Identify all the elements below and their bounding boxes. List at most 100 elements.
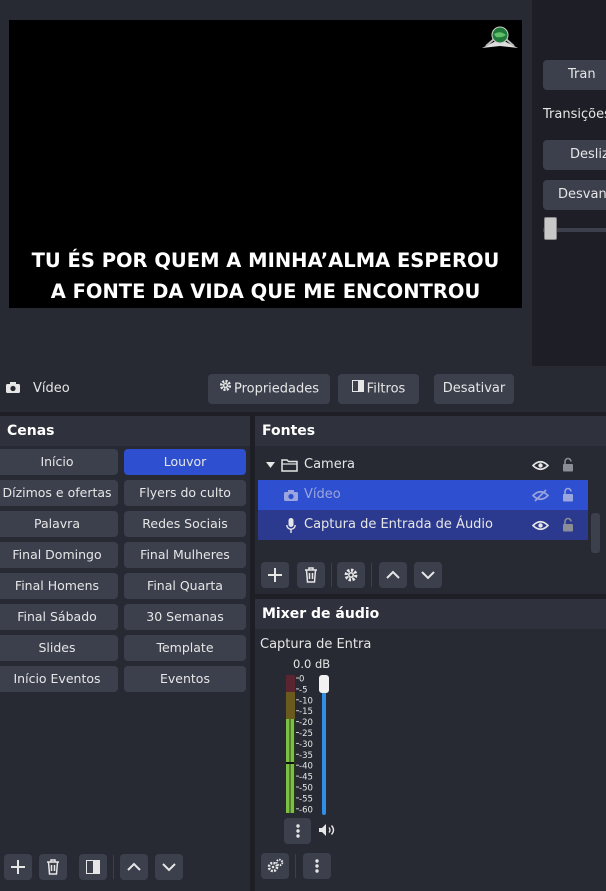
meter-tick-label: -20 bbox=[299, 718, 313, 728]
eye-icon[interactable] bbox=[532, 460, 549, 471]
meter-tick-label: -55 bbox=[299, 794, 313, 804]
scene-item[interactable]: Redes Sociais bbox=[124, 511, 246, 537]
mixer-title: Mixer de áudio bbox=[255, 599, 606, 629]
camera-icon bbox=[6, 382, 20, 393]
mixer-channel-menu-button[interactable] bbox=[284, 818, 311, 844]
volume-slider-track[interactable] bbox=[322, 681, 326, 815]
chevron-down-icon bbox=[162, 863, 176, 872]
scene-item[interactable]: Final Quarta bbox=[124, 573, 246, 599]
remove-source-button[interactable] bbox=[297, 562, 325, 588]
microphone-icon bbox=[286, 518, 296, 533]
sources-title: Fontes bbox=[255, 416, 606, 446]
tbar-handle[interactable] bbox=[544, 217, 557, 240]
trash-icon bbox=[47, 859, 59, 875]
add-source-button[interactable] bbox=[261, 562, 289, 588]
gear-icon bbox=[344, 568, 358, 582]
meter-tick-label: -35 bbox=[299, 751, 313, 761]
preview-area: TU ÉS POR QUEM A MINHA’ALMA ESPEROU A FO… bbox=[0, 0, 532, 366]
scene-item[interactable]: Eventos bbox=[124, 666, 246, 692]
transition-button[interactable]: Tran bbox=[543, 60, 606, 90]
gears-icon bbox=[267, 858, 284, 873]
source-context-bar: Vídeo Propriedades Filtros Desativar bbox=[0, 366, 606, 412]
scene-item[interactable]: Flyers do culto bbox=[124, 480, 246, 506]
lyrics-text: TU ÉS POR QUEM A MINHA’ALMA ESPEROU A FO… bbox=[9, 245, 522, 307]
eye-hidden-icon[interactable] bbox=[532, 489, 549, 502]
source-item-video[interactable]: Vídeo bbox=[258, 480, 588, 510]
church-logo-icon bbox=[482, 26, 518, 48]
source-group-label: Camera bbox=[304, 457, 356, 472]
scene-item[interactable]: Início bbox=[0, 449, 118, 475]
scene-item[interactable]: Template bbox=[124, 635, 246, 661]
trash-icon bbox=[305, 567, 317, 583]
source-item-label: Captura de Entrada de Áudio bbox=[304, 517, 494, 532]
filters-button[interactable]: Filtros bbox=[338, 374, 419, 404]
meter-tick-label: -60 bbox=[299, 805, 313, 815]
program-preview[interactable]: TU ÉS POR QUEM A MINHA’ALMA ESPEROU A FO… bbox=[9, 20, 522, 308]
chevron-up-icon bbox=[386, 570, 400, 579]
sources-dock: Fontes Camera Vídeo Captura de Entrada d… bbox=[255, 416, 606, 594]
move-source-up-button[interactable] bbox=[379, 562, 407, 588]
meter-tick-label: -5 bbox=[299, 685, 307, 695]
move-scene-down-button[interactable] bbox=[155, 854, 183, 880]
lock-icon[interactable] bbox=[562, 457, 574, 472]
filter-icon bbox=[86, 860, 100, 874]
plus-icon bbox=[11, 860, 25, 874]
meter-tick-label: -50 bbox=[299, 784, 313, 794]
deactivate-button[interactable]: Desativar bbox=[434, 374, 514, 404]
meter-tick-label: 0 bbox=[299, 675, 304, 685]
scene-item[interactable]: Final Sábado bbox=[0, 604, 118, 630]
lock-icon[interactable] bbox=[562, 487, 574, 502]
meter-tick-label: -40 bbox=[299, 762, 313, 772]
remove-scene-button[interactable] bbox=[39, 854, 67, 880]
eye-icon[interactable] bbox=[532, 520, 549, 531]
transitions-panel: Tran Transições Desliza Desvane bbox=[532, 0, 606, 366]
mixer-level-readout: 0.0 dB bbox=[293, 657, 331, 671]
plus-icon bbox=[268, 568, 282, 582]
audio-mixer-dock: Mixer de áudio Captura de Entra 0.0 dB 0… bbox=[255, 599, 606, 891]
scene-item[interactable]: Palavra bbox=[0, 511, 118, 537]
scene-item[interactable]: Início Eventos bbox=[0, 666, 118, 692]
lock-icon[interactable] bbox=[562, 517, 574, 532]
scene-item[interactable]: 30 Semanas bbox=[124, 604, 246, 630]
scene-filters-button[interactable] bbox=[79, 854, 107, 880]
scene-item[interactable]: Final Domingo bbox=[0, 542, 118, 568]
scene-item[interactable]: Final Homens bbox=[0, 573, 118, 599]
advanced-audio-properties-button[interactable] bbox=[261, 853, 289, 879]
toolbar-divider bbox=[331, 563, 332, 587]
move-scene-up-button[interactable] bbox=[120, 854, 148, 880]
caret-down-icon bbox=[266, 462, 275, 468]
lyrics-line-1: TU ÉS POR QUEM A MINHA’ALMA ESPEROU bbox=[31, 249, 500, 272]
more-vertical-icon bbox=[315, 859, 319, 873]
scene-item[interactable]: Dízimos e ofertas bbox=[0, 480, 118, 506]
meter-tick-label: -45 bbox=[299, 773, 313, 783]
more-vertical-icon bbox=[295, 824, 300, 838]
source-properties-button[interactable] bbox=[337, 562, 365, 588]
scenes-title: Cenas bbox=[0, 416, 250, 446]
scene-item[interactable]: Final Mulheres bbox=[124, 542, 246, 568]
sources-scrollbar[interactable] bbox=[591, 513, 600, 553]
lyrics-line-2: A FONTE DA VIDA QUE ME ENCONTROU bbox=[50, 280, 481, 303]
filter-icon bbox=[351, 374, 364, 404]
transition-fade-button[interactable]: Desvane bbox=[543, 180, 606, 210]
speaker-icon[interactable] bbox=[318, 823, 336, 837]
add-scene-button[interactable] bbox=[4, 854, 32, 880]
volume-slider-handle[interactable] bbox=[319, 675, 329, 693]
selected-source-name: Vídeo bbox=[33, 381, 70, 396]
move-source-down-button[interactable] bbox=[414, 562, 442, 588]
filters-label: Filtros bbox=[366, 381, 406, 397]
camera-icon bbox=[284, 490, 298, 501]
meter-tick-label: -25 bbox=[299, 729, 313, 739]
scenes-dock: Cenas Início Louvor Dízimos e ofertas Flyer… bbox=[0, 416, 250, 891]
properties-label: Propriedades bbox=[233, 381, 320, 397]
properties-button[interactable]: Propriedades bbox=[208, 374, 330, 404]
meter-tick-label: -10 bbox=[299, 696, 313, 706]
transition-slide-button[interactable]: Desliza bbox=[543, 140, 606, 170]
source-group-camera[interactable]: Camera bbox=[258, 450, 588, 480]
gear-icon bbox=[219, 374, 232, 404]
scene-item[interactable]: Louvor bbox=[124, 449, 246, 475]
scene-item[interactable]: Slides bbox=[0, 635, 118, 661]
meter-tick-label: -15 bbox=[299, 707, 313, 717]
mixer-channel-name: Captura de Entra bbox=[260, 637, 372, 652]
mixer-menu-button[interactable] bbox=[303, 853, 331, 879]
source-item-audio-capture[interactable]: Captura de Entrada de Áudio bbox=[258, 510, 588, 540]
